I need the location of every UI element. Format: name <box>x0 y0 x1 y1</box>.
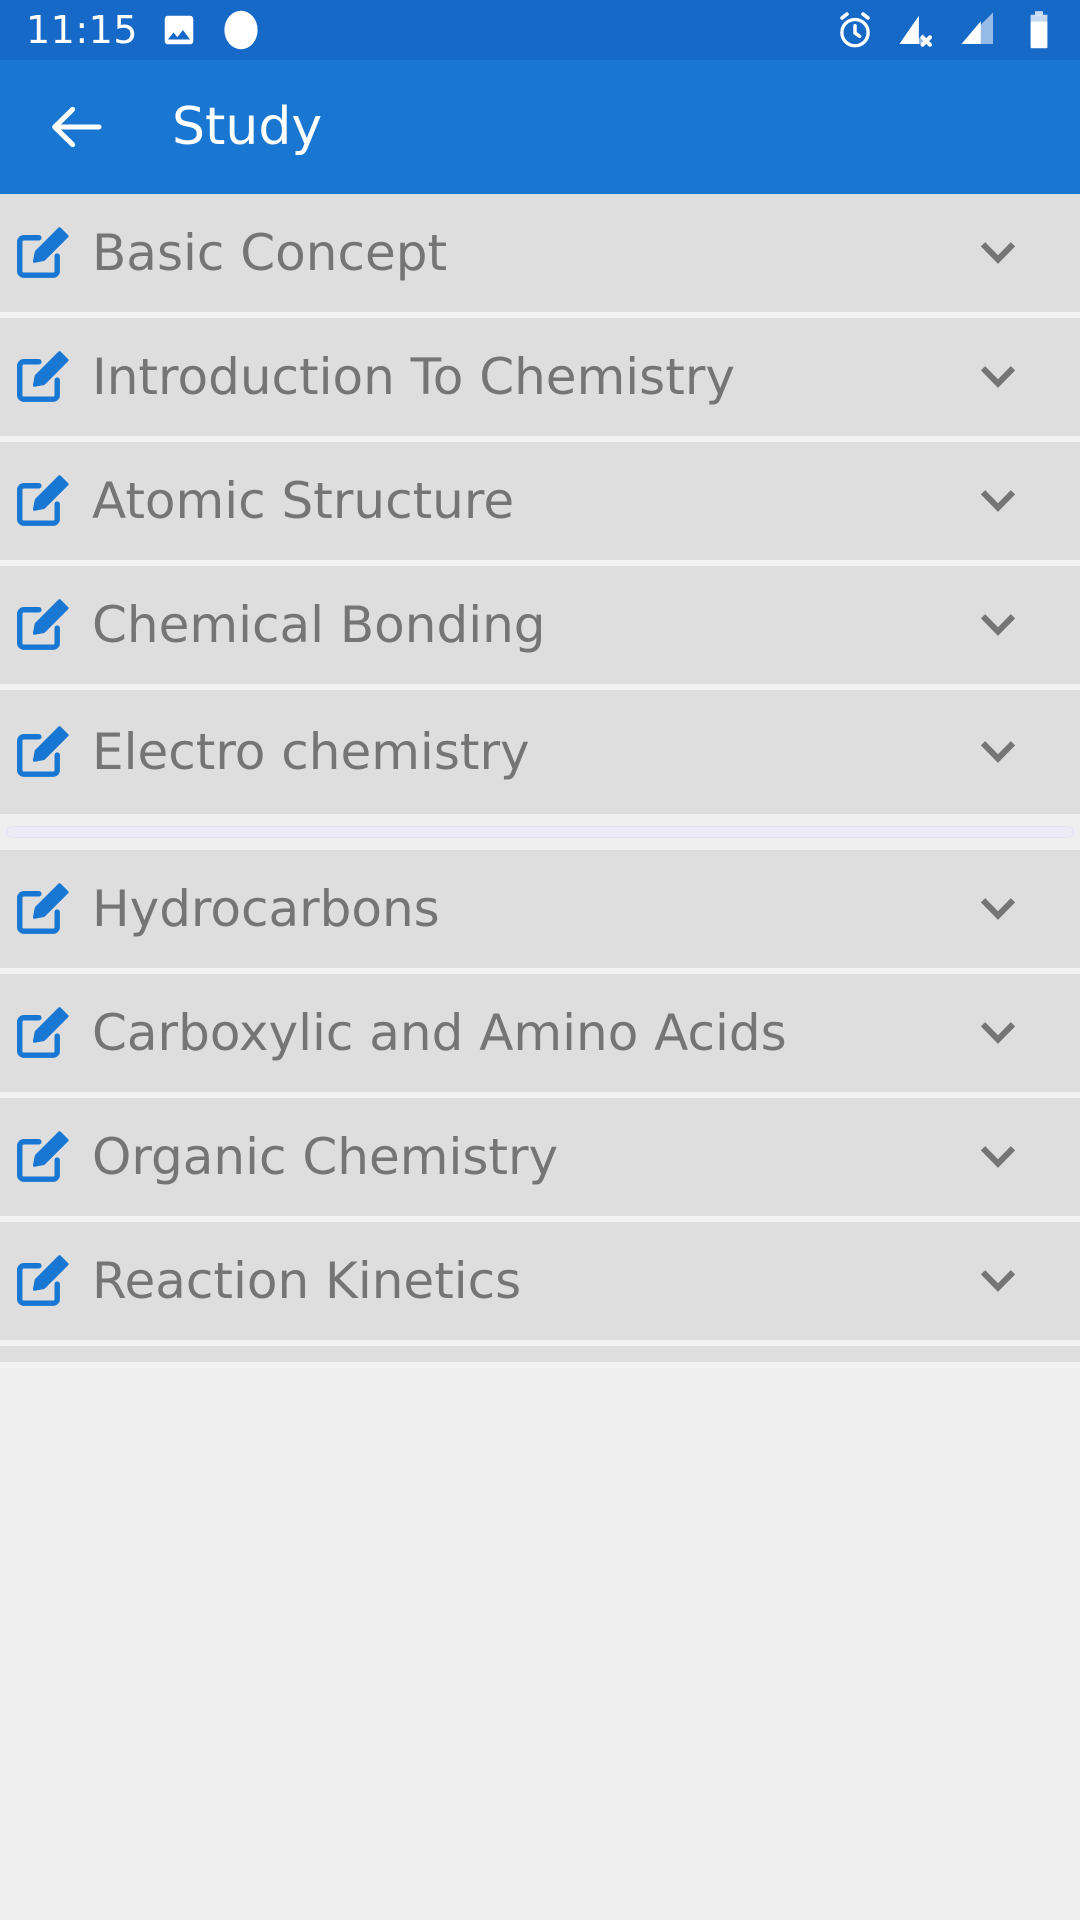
empty-area <box>0 1368 1080 1868</box>
status-bar-right-group <box>834 9 1058 51</box>
list-item-label: Basic Concept <box>92 224 448 282</box>
edit-note-icon <box>12 1002 74 1064</box>
chevron-down-icon[interactable] <box>970 473 1026 529</box>
chevron-down-icon[interactable] <box>970 349 1026 405</box>
edit-note-icon <box>12 878 74 940</box>
chevron-down-icon[interactable] <box>970 597 1026 653</box>
list-item[interactable]: Electro chemistry <box>0 690 1080 814</box>
progress-track <box>6 826 1074 838</box>
signal-bars-icon <box>961 12 993 44</box>
list-bottom-cap <box>0 1346 1080 1368</box>
list-item-label: Reaction Kinetics <box>92 1252 522 1310</box>
app-bar: Study <box>0 60 1080 194</box>
list-item-label: Chemical Bonding <box>92 596 546 654</box>
edit-note-icon <box>12 222 74 284</box>
list-item-label: Organic Chemistry <box>92 1128 559 1186</box>
chevron-down-icon[interactable] <box>970 724 1026 780</box>
chevron-down-icon[interactable] <box>970 1005 1026 1061</box>
list-item[interactable]: Basic Concept <box>0 194 1080 318</box>
edit-note-icon <box>12 721 74 783</box>
loading-progress-bar <box>0 814 1080 850</box>
list-item-label: Introduction To Chemistry <box>92 348 735 406</box>
list-item-label: Atomic Structure <box>92 472 515 530</box>
chevron-down-icon[interactable] <box>970 225 1026 281</box>
status-bar-left-group: 11:15 <box>26 9 262 51</box>
edit-note-icon <box>12 1126 74 1188</box>
list-item[interactable]: Hydrocarbons <box>0 850 1080 974</box>
circle-icon <box>224 10 258 50</box>
list-item[interactable]: Reaction Kinetics <box>0 1222 1080 1346</box>
image-icon <box>164 15 194 45</box>
list-item[interactable]: Carboxylic and Amino Acids <box>0 974 1080 1098</box>
arrow-back-icon <box>52 106 102 148</box>
battery-icon <box>1030 11 1048 49</box>
back-button[interactable] <box>22 72 132 182</box>
chevron-down-icon[interactable] <box>970 1129 1026 1185</box>
list-item[interactable]: Organic Chemistry <box>0 1098 1080 1222</box>
status-bar: 11:15 <box>0 0 1080 60</box>
signal-no-sim-icon <box>899 15 932 47</box>
edit-note-icon <box>12 470 74 532</box>
list-item-label: Carboxylic and Amino Acids <box>92 1004 787 1062</box>
status-bar-clock: 11:15 <box>26 8 139 52</box>
list-item-label: Hydrocarbons <box>92 880 440 938</box>
edit-note-icon <box>12 346 74 408</box>
alarm-icon <box>840 12 870 48</box>
app-screen: 11:15 Study Basic Concept Introduction T… <box>0 0 1080 1920</box>
study-topic-list: Basic Concept Introduction To Chemistry <box>0 194 1080 1920</box>
chevron-down-icon[interactable] <box>970 1253 1026 1309</box>
edit-note-icon <box>12 1250 74 1312</box>
edit-note-icon <box>12 594 74 656</box>
list-item[interactable]: Atomic Structure <box>0 442 1080 566</box>
list-item-label: Electro chemistry <box>92 723 530 781</box>
chevron-down-icon[interactable] <box>970 881 1026 937</box>
list-item[interactable]: Introduction To Chemistry <box>0 318 1080 442</box>
page-title: Study <box>172 97 323 157</box>
list-item[interactable]: Chemical Bonding <box>0 566 1080 690</box>
